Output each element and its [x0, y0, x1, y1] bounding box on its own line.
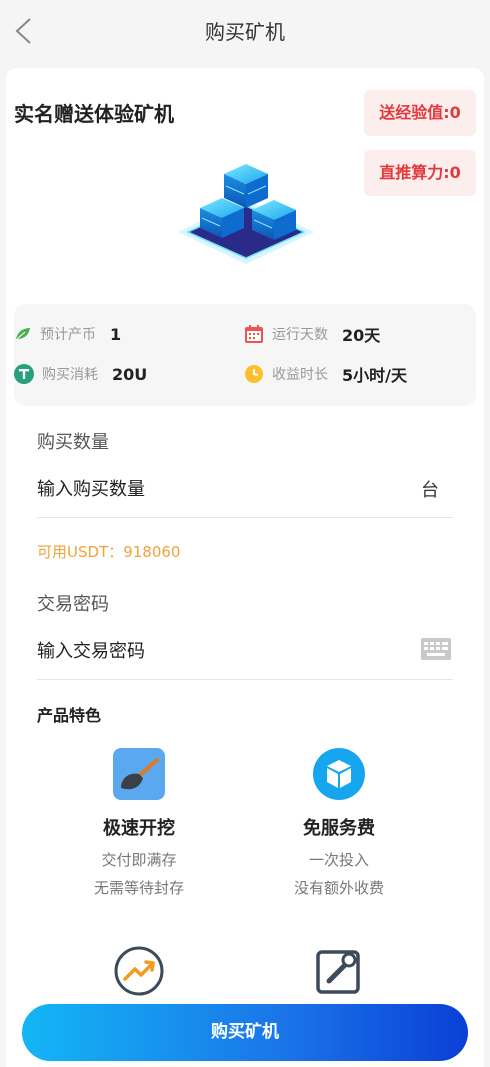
- stat-expected-output: 预计产币 1: [14, 323, 121, 345]
- calendar-icon: [245, 325, 263, 343]
- quantity-unit: 台: [421, 480, 439, 501]
- box-icon: [313, 748, 365, 800]
- leaf-icon: [16, 328, 30, 340]
- stat-label: 运行天数: [272, 327, 328, 343]
- password-label: 交易密码: [37, 594, 109, 615]
- trend-chart-icon: [114, 946, 164, 996]
- stat-value: 20天: [342, 326, 381, 345]
- shovel-icon: [113, 748, 165, 800]
- stats-panel: 预计产币 1 运行天数 20天 购买消耗 20U 收益时长 5小时/天: [14, 304, 476, 406]
- quantity-input[interactable]: [37, 474, 397, 504]
- page-title: 购买矿机: [205, 20, 285, 44]
- feature-desc: 一次投入 没有额外收费: [249, 846, 429, 902]
- available-usdt: 可用USDT：918060: [37, 543, 181, 561]
- stat-earning-hours: 收益时长 5小时/天: [244, 363, 407, 385]
- feature-name: 免服务费: [303, 818, 375, 839]
- main-card: 实名赠送体验矿机 送经验值:0 直推算力:0 预计产币 1 运行天数 20天 购…: [6, 68, 484, 1067]
- tether-icon: [14, 364, 34, 384]
- promo-title: 实名赠送体验矿机: [14, 102, 174, 126]
- feature-no-service-fee: 免服务费 一次投入 没有额外收费: [249, 748, 429, 902]
- features-title: 产品特色: [37, 706, 102, 725]
- feature-desc-line: 交付即满存: [101, 851, 177, 869]
- quantity-label: 购买数量: [37, 432, 109, 453]
- stat-value: 1: [110, 324, 122, 344]
- stat-label: 购买消耗: [42, 367, 98, 383]
- feature-desc: 交付即满存 无需等待封存: [49, 846, 229, 902]
- stat-run-days: 运行天数 20天: [244, 323, 380, 345]
- password-row: [37, 630, 453, 680]
- feature-fast-mining: 极速开挖 交付即满存 无需等待封存: [49, 748, 229, 902]
- password-input[interactable]: [37, 636, 397, 666]
- wrench-icon: [316, 950, 360, 994]
- clock-icon: [245, 365, 263, 383]
- feature-name: 极速开挖: [103, 818, 175, 839]
- mining-server-illustration: [178, 164, 314, 264]
- quantity-row: 台: [37, 468, 453, 518]
- stat-value: 5小时/天: [342, 366, 407, 385]
- feature-desc-line: 没有额外收费: [293, 879, 384, 897]
- stat-label: 收益时长: [272, 367, 328, 383]
- buy-miner-button[interactable]: 购买矿机: [22, 1004, 468, 1061]
- referral-power-badge: 直推算力:0: [364, 150, 476, 196]
- experience-badge: 送经验值:0: [364, 90, 476, 136]
- feature-desc-line: 一次投入: [308, 851, 369, 869]
- navbar: 购买矿机: [0, 0, 490, 62]
- stat-purchase-cost: 购买消耗 20U: [14, 363, 147, 385]
- stat-label: 预计产币: [40, 327, 96, 343]
- feature-maintenance: [249, 945, 429, 1001]
- keyboard-icon[interactable]: [421, 638, 451, 660]
- feature-desc-line: 无需等待封存: [93, 879, 184, 897]
- feature-trend: [49, 945, 229, 1001]
- stat-value: 20U: [112, 364, 148, 384]
